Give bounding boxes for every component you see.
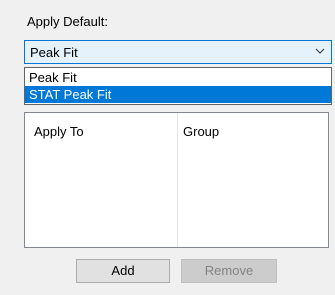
column-divider [177, 113, 178, 247]
column-header-apply-to[interactable]: Apply To [34, 124, 84, 139]
apply-default-combobox[interactable]: Peak Fit [24, 40, 332, 64]
column-header-group[interactable]: Group [183, 124, 219, 139]
apply-default-dropdown-list: Peak Fit STAT Peak Fit [24, 67, 332, 105]
remove-button[interactable]: Remove [181, 259, 277, 283]
combobox-selected-value: Peak Fit [30, 45, 78, 60]
dropdown-option-stat-peak-fit[interactable]: STAT Peak Fit [25, 86, 331, 103]
chevron-down-icon[interactable] [315, 45, 325, 57]
add-button[interactable]: Add [76, 259, 170, 283]
apply-to-group-table[interactable]: Apply To Group [24, 112, 329, 248]
dropdown-option-peak-fit[interactable]: Peak Fit [25, 69, 331, 86]
apply-default-label: Apply Default: [27, 14, 108, 29]
